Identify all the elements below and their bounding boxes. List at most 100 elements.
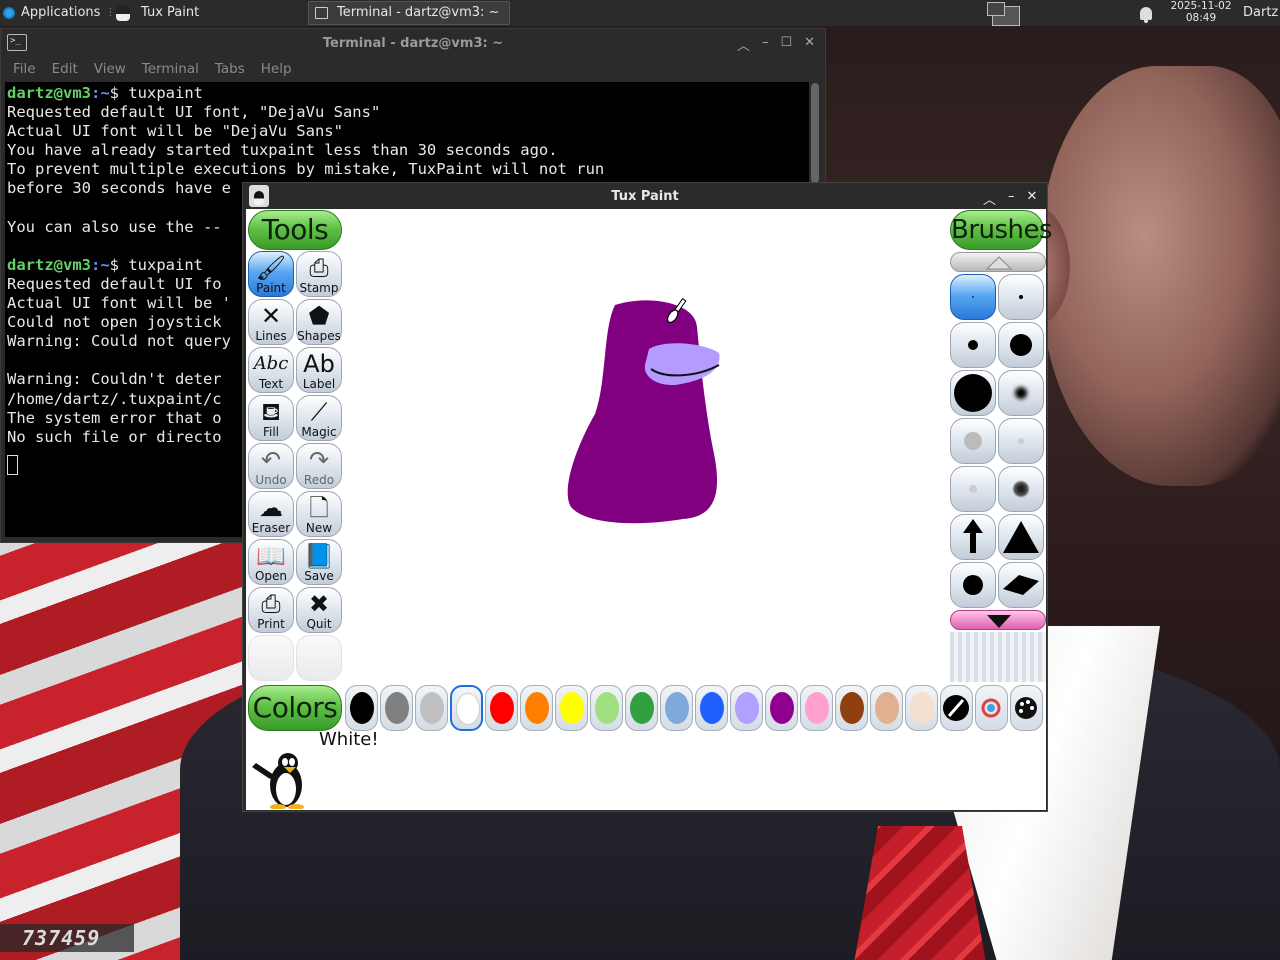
brushes-scroll-up[interactable]: [950, 252, 1046, 272]
terminal-line: Requested default UI font, "DejaVu Sans": [7, 103, 807, 122]
color-swatch: [490, 692, 514, 724]
color-wheel-button[interactable]: [975, 685, 1008, 731]
color-brown[interactable]: [835, 685, 868, 731]
color-pink[interactable]: [800, 685, 833, 731]
menu-tabs[interactable]: Tabs: [207, 57, 253, 81]
menu-edit[interactable]: Edit: [44, 57, 86, 81]
brush-option[interactable]: [950, 370, 996, 416]
color-light-green[interactable]: [590, 685, 623, 731]
tool-magic-button[interactable]: ⟋ Magic: [296, 395, 342, 441]
menu-terminal[interactable]: Terminal: [134, 57, 207, 81]
color-red[interactable]: [485, 685, 518, 731]
brush-size-slider[interactable]: [950, 632, 1046, 682]
terminal-text: No such file or directo: [7, 427, 222, 446]
user-menu[interactable]: Dartz: [1243, 0, 1278, 26]
color-yellow[interactable]: [555, 685, 588, 731]
color-sky-blue[interactable]: [660, 685, 693, 731]
minimize-icon[interactable]: –: [1008, 189, 1015, 208]
terminal-line: Actual UI font will be "DejaVu Sans": [7, 122, 807, 141]
brush-option[interactable]: [950, 514, 996, 560]
tool-new-button[interactable]: 🗋 New: [296, 491, 342, 537]
tool-undo-button[interactable]: ↶ Undo: [248, 443, 294, 489]
notifications-button[interactable]: [1140, 0, 1152, 26]
tool-fill-button[interactable]: ⛾ Fill: [248, 395, 294, 441]
color-swatch: [560, 692, 584, 724]
color-dark-green[interactable]: [625, 685, 658, 731]
tool-label: Undo: [255, 473, 287, 487]
tool-label: New: [305, 521, 333, 535]
brush-option[interactable]: [950, 562, 996, 608]
color-black[interactable]: [345, 685, 378, 731]
tool-eraser-button[interactable]: ☁ Eraser: [248, 491, 294, 537]
tool-label-button[interactable]: Ab Label: [296, 347, 342, 393]
minimize-icon[interactable]: –: [762, 35, 769, 54]
menu-view[interactable]: View: [86, 57, 134, 81]
tool-redo-button[interactable]: ↷ Redo: [296, 443, 342, 489]
brush-option[interactable]: [998, 274, 1044, 320]
color-blue[interactable]: [695, 685, 728, 731]
tool-shapes-button[interactable]: ⬟ Shapes: [296, 299, 342, 345]
brush-option[interactable]: [998, 370, 1044, 416]
tool-text-button[interactable]: Abc Text: [248, 347, 294, 393]
circle-brush-icon: [963, 575, 983, 595]
undo-icon: ↶: [260, 446, 282, 474]
brush-option[interactable]: [950, 274, 996, 320]
tool-lines-button[interactable]: ✕ Lines: [248, 299, 294, 345]
color-beige[interactable]: [905, 685, 938, 731]
taskbar-item-terminal[interactable]: Terminal - dartz@vm3: ~: [308, 1, 510, 25]
tip-text: White!: [319, 729, 379, 750]
brush-option[interactable]: [998, 418, 1044, 464]
menu-file[interactable]: File: [5, 57, 44, 81]
color-dark-grey[interactable]: [380, 685, 413, 731]
color-lavender[interactable]: [730, 685, 763, 731]
tool-print-button[interactable]: ⎙ Print: [248, 587, 294, 633]
color-purple[interactable]: [765, 685, 798, 731]
color-light-grey[interactable]: [415, 685, 448, 731]
tuxpaint-client-area: Tools 🖌 Paint ⎙ Stamp ✕ Lines ⬟ Shapes Abc Text Ab…: [246, 209, 1053, 810]
terminal-titlebar[interactable]: >_ Terminal - dartz@vm3: ~ ︿ – ☐ ✕: [1, 29, 825, 57]
color-picker-button[interactable]: [940, 685, 973, 731]
brush-option[interactable]: [998, 562, 1044, 608]
palette-button[interactable]: [1010, 685, 1043, 731]
maximize-up-icon[interactable]: ︿: [983, 189, 996, 208]
tool-paint-button[interactable]: 🖌 Paint: [248, 251, 294, 297]
terminal-text: Requested default UI fo: [7, 274, 222, 293]
close-icon[interactable]: ✕: [804, 35, 815, 54]
drawing-canvas[interactable]: [345, 209, 947, 683]
clock[interactable]: 2025-11-02 08:49: [1166, 0, 1236, 26]
tool-label: Print: [257, 617, 285, 631]
tuxpaint-titlebar[interactable]: Tux Paint ︿ – ✕: [243, 183, 1047, 209]
terminal-scrollbar[interactable]: [811, 83, 819, 183]
color-swatch: [875, 692, 899, 724]
brush-option[interactable]: [950, 322, 996, 368]
terminal-cursor: [7, 454, 18, 475]
brush-option[interactable]: [998, 466, 1044, 512]
medium-dot-brush-icon: [968, 340, 978, 350]
bucket-icon: ⛾: [261, 398, 281, 426]
tool-open-button[interactable]: 📖 Open: [248, 539, 294, 585]
close-icon[interactable]: ✕: [1027, 189, 1038, 208]
color-white[interactable]: [450, 685, 483, 731]
brush-option[interactable]: [998, 322, 1044, 368]
menu-help[interactable]: Help: [253, 57, 300, 81]
tool-save-button[interactable]: 📘 Save: [296, 539, 342, 585]
colors-header: Colors: [248, 685, 342, 731]
maximize-up-icon[interactable]: ︿: [737, 35, 750, 54]
brush-option[interactable]: [998, 514, 1044, 560]
tool-stamp-button[interactable]: ⎙ Stamp: [296, 251, 342, 297]
color-tan[interactable]: [870, 685, 903, 731]
applications-menu[interactable]: Applications ⋮: [2, 0, 115, 26]
workspace-switcher[interactable]: [987, 2, 1020, 29]
color-orange[interactable]: [520, 685, 553, 731]
wallpaper-number: 737459: [0, 924, 134, 952]
tuxpaint-window: Tux Paint ︿ – ✕ Tools 🖌 Paint ⎙ Stamp ✕ Lines…: [242, 182, 1053, 812]
tool-quit-button[interactable]: ✖ Quit: [296, 587, 342, 633]
brushes-scroll-down[interactable]: [950, 610, 1046, 630]
taskbar-item-tuxpaint[interactable]: Tux Paint: [110, 0, 205, 26]
brush-option[interactable]: [950, 418, 996, 464]
terminal-text: before 30 seconds have e: [7, 179, 231, 198]
tool-label: Label: [302, 377, 336, 391]
restore-icon[interactable]: ☐: [781, 35, 793, 54]
brush-option[interactable]: [950, 466, 996, 512]
